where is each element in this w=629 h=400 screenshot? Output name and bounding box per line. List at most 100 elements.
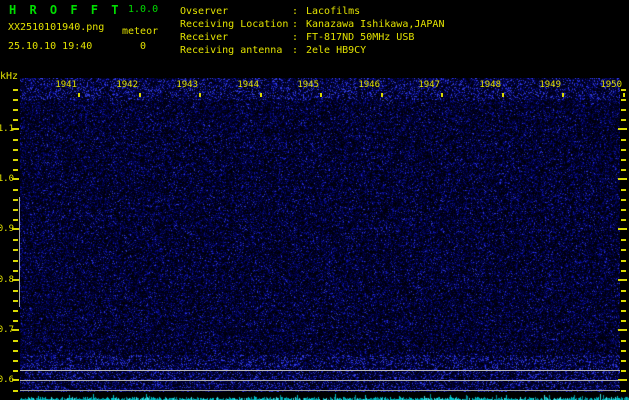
app-version: 1.0.0 <box>128 4 158 15</box>
time-label: 1949 <box>537 80 561 90</box>
freq-minor-tick-right <box>621 239 626 241</box>
freq-major-tick-left <box>12 228 19 230</box>
spectrogram-canvas <box>20 78 620 392</box>
calibration-line <box>20 370 620 371</box>
info-value: Lacofilms <box>306 6 360 17</box>
freq-minor-tick-right <box>621 199 626 201</box>
minute-tick <box>623 93 625 97</box>
freq-minor-tick-right <box>621 99 626 101</box>
freq-minor-tick-left <box>13 270 18 272</box>
freq-minor-tick-left <box>13 149 18 151</box>
time-label: 1941 <box>53 80 77 90</box>
info-value: 2ele HB9CY <box>306 45 366 56</box>
freq-minor-tick-left <box>13 219 18 221</box>
freq-minor-tick-left <box>13 370 18 372</box>
info-label: Ovserver <box>180 6 292 17</box>
freq-major-tick-left <box>12 379 19 381</box>
freq-minor-tick-left <box>13 340 18 342</box>
info-label: Receiving Location <box>180 19 292 30</box>
minute-tick <box>441 93 443 97</box>
freq-minor-tick-right <box>621 209 626 211</box>
freq-minor-tick-left <box>13 119 18 121</box>
freq-minor-tick-right <box>621 119 626 121</box>
freq-minor-tick-right <box>621 310 626 312</box>
freq-minor-tick-left <box>13 169 18 171</box>
freq-minor-tick-right <box>621 340 626 342</box>
freq-major-tick-left <box>12 128 19 130</box>
app-title: H R O F F T <box>9 3 121 17</box>
freq-major-tick-left <box>12 178 19 180</box>
info-line-location: Receiving Location:Kanazawa Ishikawa,JAP… <box>180 19 444 30</box>
freq-minor-tick-right <box>621 320 626 322</box>
freq-minor-tick-left <box>13 139 18 141</box>
freq-minor-tick-left <box>13 260 18 262</box>
time-label: 1946 <box>356 80 380 90</box>
time-label: 1945 <box>295 80 319 90</box>
info-separator: : <box>292 32 306 43</box>
freq-minor-tick-right <box>621 390 626 392</box>
time-label: 1942 <box>114 80 138 90</box>
freq-minor-tick-right <box>621 139 626 141</box>
freq-minor-tick-right <box>621 300 626 302</box>
info-value: Kanazawa Ishikawa,JAPAN <box>306 19 444 30</box>
minute-tick <box>502 93 504 97</box>
freq-minor-tick-left <box>13 199 18 201</box>
freq-minor-tick-right <box>621 290 626 292</box>
info-label: Receiving antenna <box>180 45 292 56</box>
left-edge-marker <box>19 197 20 307</box>
freq-minor-tick-left <box>13 209 18 211</box>
freq-minor-tick-left <box>13 109 18 111</box>
minute-tick <box>78 93 80 97</box>
info-line-receiver: Receiver:FT-817ND 50MHz USB <box>180 32 414 43</box>
freq-minor-tick-right <box>621 260 626 262</box>
time-label: 1948 <box>477 80 501 90</box>
minute-tick <box>139 93 141 97</box>
freq-minor-tick-left <box>13 320 18 322</box>
freq-minor-tick-right <box>621 360 626 362</box>
freq-minor-tick-left <box>13 159 18 161</box>
meteor-count-value: 0 <box>140 41 146 52</box>
info-label: Receiver <box>180 32 292 43</box>
freq-major-tick-right <box>618 228 627 230</box>
calibration-line <box>20 380 620 381</box>
info-separator: : <box>292 19 306 30</box>
freq-minor-tick-right <box>621 370 626 372</box>
freq-minor-tick-left <box>13 300 18 302</box>
freq-minor-tick-right <box>621 169 626 171</box>
info-value: FT-817ND 50MHz USB <box>306 32 414 43</box>
freq-minor-tick-left <box>13 99 18 101</box>
time-label: 1943 <box>174 80 198 90</box>
freq-minor-tick-left <box>13 189 18 191</box>
output-filename: XX2510101940.png <box>8 22 104 33</box>
freq-axis-unit-label: kHz <box>0 71 18 82</box>
freq-minor-tick-right <box>621 219 626 221</box>
freq-major-tick-right <box>618 178 627 180</box>
freq-minor-tick-left <box>13 350 18 352</box>
time-label: 1947 <box>416 80 440 90</box>
minute-tick <box>381 93 383 97</box>
calibration-line <box>20 390 620 391</box>
freq-minor-tick-left <box>13 290 18 292</box>
freq-major-tick-left <box>12 279 19 281</box>
hrofft-screen: H R O F F T 1.0.0 XX2510101940.png meteo… <box>0 0 629 400</box>
freq-minor-tick-right <box>621 270 626 272</box>
freq-minor-tick-right <box>621 149 626 151</box>
freq-minor-tick-right <box>621 249 626 251</box>
time-label: 1944 <box>235 80 259 90</box>
freq-major-tick-right <box>618 128 627 130</box>
freq-minor-tick-left <box>13 239 18 241</box>
freq-minor-tick-left <box>13 390 18 392</box>
minute-tick <box>320 93 322 97</box>
minute-tick <box>260 93 262 97</box>
freq-minor-tick-left <box>13 360 18 362</box>
meteor-mode-label: meteor <box>122 26 158 37</box>
session-datetime: 25.10.10 19:40 <box>8 41 92 52</box>
time-label: 1950 <box>598 80 622 90</box>
info-line-antenna: Receiving antenna:2ele HB9CY <box>180 45 366 56</box>
noise-level-trace-canvas <box>20 392 629 400</box>
info-separator: : <box>292 45 306 56</box>
info-separator: : <box>292 6 306 17</box>
freq-minor-tick-right <box>621 109 626 111</box>
freq-minor-tick-right <box>621 159 626 161</box>
info-line-observer: Ovserver:Lacofilms <box>180 6 360 17</box>
